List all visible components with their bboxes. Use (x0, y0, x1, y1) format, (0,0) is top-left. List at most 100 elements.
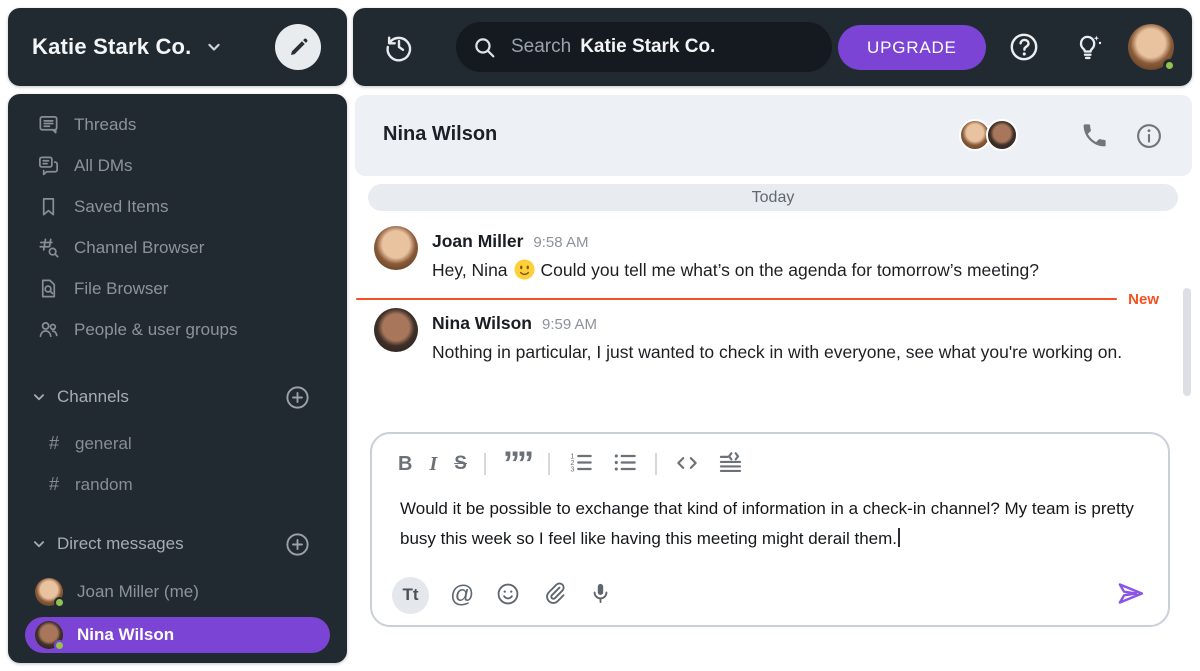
user-menu-avatar[interactable] (1128, 24, 1176, 72)
hash-icon: # (48, 474, 59, 494)
file-browser-icon (37, 277, 61, 300)
dms-header-label: Direct messages (57, 534, 184, 553)
dm-name: Joan Miller (me) (77, 581, 199, 601)
dms-section-header[interactable]: Direct messages (8, 527, 347, 561)
code-block-icon (717, 449, 744, 479)
message-time: 9:59 AM (541, 316, 598, 333)
add-channel-button[interactable] (284, 384, 311, 411)
blockquote-button[interactable]: ”” (503, 447, 534, 481)
history-button[interactable] (383, 31, 415, 63)
attach-file-button[interactable] (542, 581, 567, 609)
date-divider[interactable]: Today (368, 184, 1178, 211)
strikethrough-button[interactable]: S (454, 453, 467, 475)
sidebar-item-label: Saved Items (74, 196, 169, 216)
toggle-formatting-button[interactable]: Tt (392, 576, 429, 614)
sidebar: Threads All DMs Saved Items Channel Brow… (8, 94, 347, 663)
sidebar-item-channel-browser[interactable]: Channel Browser (8, 227, 347, 268)
avatar (35, 577, 65, 608)
toolbar-divider (547, 453, 550, 475)
message-text: Hey, Nina Could you tell me what’s on the… (432, 255, 1039, 290)
chat-header: Nina Wilson (355, 95, 1192, 176)
history-icon (383, 36, 415, 66)
avatar[interactable] (374, 308, 418, 352)
avatar (986, 119, 1018, 151)
channel-item-random[interactable]: # random (8, 464, 347, 505)
message-input[interactable]: Would it be possible to exchange that ki… (400, 494, 1148, 554)
add-dm-button[interactable] (284, 531, 311, 558)
info-icon (1134, 124, 1164, 154)
message-author[interactable]: Joan Miller (432, 231, 523, 252)
message-nina: Nina Wilson 9:59 AM Nothing in particula… (374, 308, 1137, 367)
emoji-button[interactable] (495, 581, 521, 610)
bold-button[interactable]: B (398, 453, 412, 476)
sidebar-item-threads[interactable]: Threads (8, 104, 347, 145)
sidebar-item-file-browser[interactable]: File Browser (8, 268, 347, 309)
ordered-list-icon: 123 (567, 449, 594, 479)
search-icon (472, 35, 497, 60)
sidebar-item-saved-items[interactable]: Saved Items (8, 186, 347, 227)
paperclip-icon (542, 581, 567, 609)
workspace-header: Katie Stark Co. (8, 8, 347, 86)
send-icon (1115, 578, 1146, 612)
all-dms-icon (37, 154, 61, 177)
emoji-icon (495, 581, 521, 610)
toolbar-divider (483, 453, 486, 475)
audio-record-button[interactable] (588, 581, 613, 609)
presence-dot (54, 596, 65, 608)
search-input[interactable]: Search Katie Stark Co. (456, 22, 832, 72)
workspace-name[interactable]: Katie Stark Co. (32, 34, 192, 60)
details-button[interactable] (1134, 121, 1164, 151)
send-button[interactable] (1115, 578, 1146, 612)
message-composer: B I S ”” 123 Would it be possible to exc… (370, 432, 1170, 627)
sidebar-item-people[interactable]: People & user groups (8, 309, 347, 350)
sidebar-item-label: All DMs (74, 155, 133, 175)
channel-item-general[interactable]: # general (8, 423, 347, 464)
microphone-icon (588, 581, 613, 609)
sidebar-item-label: Channel Browser (74, 237, 205, 257)
chevron-down-icon (30, 535, 48, 553)
presence-dot (1163, 59, 1176, 72)
phone-icon (1080, 124, 1109, 153)
question-icon (1007, 33, 1041, 67)
text-cursor (898, 528, 901, 547)
message-author[interactable]: Nina Wilson (432, 313, 532, 334)
new-divider-line (356, 298, 1118, 300)
people-icon (37, 318, 61, 341)
sidebar-item-label: File Browser (74, 278, 169, 298)
code-button[interactable] (674, 450, 700, 479)
message-text: Nothing in particular, I just wanted to … (432, 342, 1123, 362)
compose-button[interactable] (275, 24, 321, 70)
sidebar-item-label: Threads (74, 114, 137, 134)
italic-button[interactable]: I (429, 453, 437, 476)
channels-header-label: Channels (57, 387, 129, 406)
code-icon (674, 450, 700, 479)
lightbulb-button[interactable] (1072, 31, 1104, 63)
channels-section-header[interactable]: Channels (8, 380, 347, 414)
help-button[interactable] (1007, 30, 1041, 64)
bullet-list-button[interactable] (611, 449, 638, 479)
avatar[interactable] (374, 226, 418, 270)
chevron-down-icon[interactable] (204, 37, 224, 57)
dm-item-nina-wilson[interactable]: Nina Wilson (25, 617, 330, 653)
dm-name: Nina Wilson (77, 625, 175, 644)
scrollbar-thumb[interactable] (1183, 288, 1191, 396)
bookmark-icon (37, 195, 61, 218)
lightbulb-sparkle-icon (1072, 35, 1104, 66)
message-joan: Joan Miller 9:58 AM Hey, Nina Could you t… (374, 226, 1039, 290)
new-divider-label: New (1128, 290, 1159, 308)
channel-browser-icon (37, 236, 61, 259)
code-block-button[interactable] (717, 449, 744, 479)
composer-actions: Tt @ (392, 576, 1146, 614)
chat-pane: Nina Wilson Today Joan Miller 9:58 AM He… (353, 94, 1192, 663)
mention-button[interactable]: @ (450, 581, 474, 609)
channel-name: random (75, 474, 133, 494)
call-button[interactable] (1079, 121, 1109, 151)
conversation-members[interactable] (959, 119, 1018, 151)
bullet-list-icon (611, 449, 638, 479)
dm-item-joan-miller[interactable]: Joan Miller (me) (8, 571, 347, 612)
upgrade-button[interactable]: UPGRADE (838, 25, 986, 70)
chevron-down-icon (30, 388, 48, 406)
ordered-list-button[interactable]: 123 (567, 449, 594, 479)
avatar (35, 621, 65, 651)
sidebar-item-all-dms[interactable]: All DMs (8, 145, 347, 186)
